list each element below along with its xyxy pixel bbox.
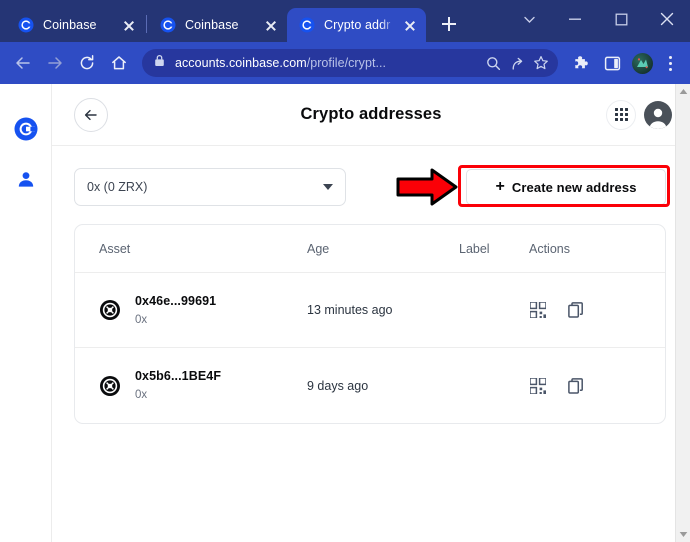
asset-select[interactable]: 0x (0 ZRX): [74, 168, 346, 206]
maximize-icon[interactable]: [598, 0, 644, 38]
close-icon[interactable]: [400, 15, 420, 35]
coinbase-favicon: [160, 17, 176, 33]
create-new-address-label: Create new address: [511, 179, 637, 195]
zrx-coin-icon: [99, 299, 121, 321]
table-row[interactable]: 0x46e...99691 0x 13 minutes ago: [75, 273, 665, 348]
copy-icon[interactable]: [567, 377, 585, 395]
coinbase-favicon: [299, 17, 315, 33]
column-header-label: Label: [459, 241, 490, 256]
close-icon[interactable]: [119, 15, 139, 35]
coinbase-logo[interactable]: [0, 104, 51, 154]
tab-separator: [146, 15, 147, 33]
user-avatar[interactable]: [644, 100, 672, 129]
left-rail: [0, 84, 52, 542]
page-viewport: Crypto addresses 0x (0 ZRX) + Create new…: [0, 84, 690, 542]
column-header-actions: Actions: [529, 241, 570, 256]
network-text: 0x: [135, 389, 148, 402]
plus-icon: +: [495, 178, 505, 195]
url-path: /profile/crypt...: [306, 56, 387, 70]
copy-icon[interactable]: [567, 301, 585, 319]
reload-icon[interactable]: [72, 48, 102, 78]
apps-grid-icon[interactable]: [606, 99, 636, 130]
chevron-down-icon: [323, 184, 333, 190]
page-content: Crypto addresses 0x (0 ZRX) + Create new…: [52, 84, 690, 542]
url-domain: accounts.coinbase.com: [175, 56, 307, 70]
address-bar[interactable]: accounts.coinbase.com/profile/crypt...: [142, 49, 558, 77]
address-text: 0x5b6...1BE4F: [135, 369, 222, 384]
address-text: 0x46e...99691: [135, 293, 217, 308]
browser-window: Coinbase Coinbase Crypto addr accounts.c…: [0, 0, 690, 542]
scroll-down-arrow[interactable]: [676, 527, 690, 542]
column-header-asset: Asset: [99, 241, 131, 256]
row-actions: [529, 301, 641, 319]
controls-row: 0x (0 ZRX) + Create new address: [74, 165, 670, 208]
addresses-table: Asset Age Label Actions 0x46e...99691 0x…: [74, 224, 666, 424]
tab-title: Crypto addr: [324, 18, 391, 32]
forward-arrow-icon[interactable]: [40, 48, 70, 78]
age-text: 9 days ago: [307, 378, 369, 393]
home-icon[interactable]: [104, 48, 134, 78]
page-title: Crypto addresses: [300, 105, 442, 123]
header-actions: [606, 99, 672, 130]
scroll-up-arrow[interactable]: [676, 84, 690, 99]
account-person-icon[interactable]: [0, 154, 51, 204]
column-header-age: Age: [307, 241, 330, 256]
create-new-address-button[interactable]: + Create new address: [466, 169, 666, 205]
tab-list: Coinbase Coinbase Crypto addr: [6, 6, 463, 42]
three-dot-menu-icon[interactable]: [658, 49, 682, 77]
zrx-coin-icon: [99, 375, 121, 397]
tab-title: Coinbase: [43, 18, 97, 32]
window-controls: [506, 0, 690, 38]
coinbase-favicon: [18, 17, 34, 33]
red-arrow-annotation: [394, 166, 460, 208]
browser-tab-1[interactable]: Coinbase: [6, 8, 145, 42]
tab-search-icon[interactable]: [506, 0, 552, 38]
url-text: accounts.coinbase.com/profile/crypt...: [175, 56, 480, 70]
age-text: 13 minutes ago: [307, 303, 393, 317]
browser-tab-2[interactable]: Coinbase: [148, 8, 287, 42]
page-scrollbar[interactable]: [675, 84, 690, 542]
asset-select-value: 0x (0 ZRX): [87, 180, 148, 194]
close-icon[interactable]: [644, 0, 690, 38]
qr-code-icon[interactable]: [529, 301, 547, 319]
search-icon[interactable]: [482, 52, 504, 74]
browser-tab-3-active[interactable]: Crypto addr: [287, 8, 426, 42]
close-icon[interactable]: [261, 15, 281, 35]
lock-icon: [154, 54, 166, 72]
share-icon[interactable]: [506, 52, 528, 74]
qr-code-icon[interactable]: [529, 377, 547, 395]
puzzle-icon[interactable]: [568, 49, 596, 77]
new-tab-button[interactable]: [435, 10, 463, 38]
table-header: Asset Age Label Actions: [75, 225, 665, 273]
side-panel-icon[interactable]: [598, 49, 626, 77]
network-text: 0x: [135, 313, 148, 326]
back-button[interactable]: [74, 97, 108, 132]
asset-cell: 0x46e...99691 0x: [99, 292, 307, 328]
row-actions: [529, 377, 641, 395]
table-row[interactable]: 0x5b6...1BE4F 0x 9 days ago: [75, 348, 665, 423]
back-arrow-icon[interactable]: [8, 48, 38, 78]
page-body: 0x (0 ZRX) + Create new address Asset Ag…: [52, 146, 690, 424]
star-icon[interactable]: [530, 52, 552, 74]
profile-avatar[interactable]: [628, 49, 656, 77]
asset-cell: 0x5b6...1BE4F 0x: [99, 367, 307, 403]
tab-strip: Coinbase Coinbase Crypto addr: [0, 0, 690, 42]
browser-toolbar: accounts.coinbase.com/profile/crypt...: [0, 42, 690, 84]
minimize-icon[interactable]: [552, 0, 598, 38]
tab-title: Coinbase: [185, 18, 239, 32]
page-header: Crypto addresses: [52, 84, 690, 146]
